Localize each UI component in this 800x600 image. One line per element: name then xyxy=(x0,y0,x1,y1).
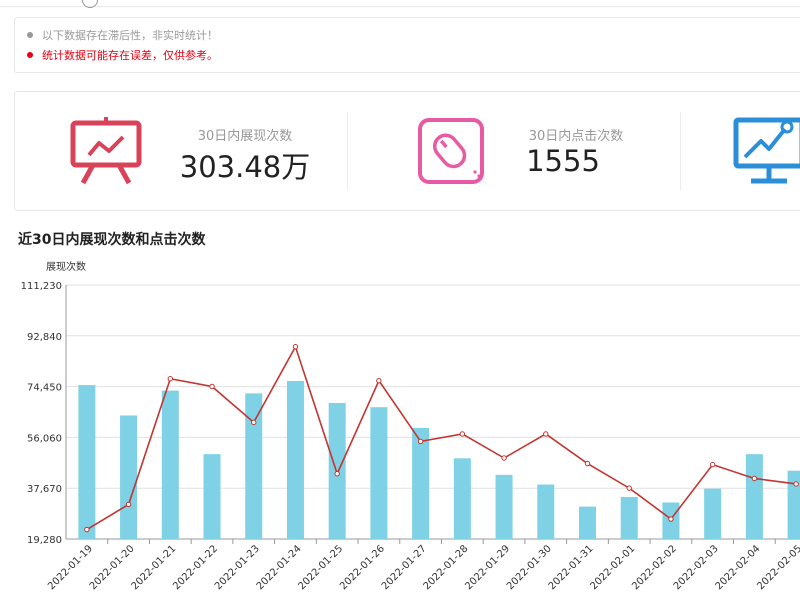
bullet-icon xyxy=(27,52,33,58)
bar xyxy=(453,458,471,539)
stat-value-clicks: 1555 xyxy=(526,144,600,178)
y-tick-label: 19,280 xyxy=(27,535,62,546)
line-series xyxy=(86,344,797,531)
bar xyxy=(161,390,179,539)
bar xyxy=(245,393,263,539)
line-point xyxy=(84,526,90,533)
bar xyxy=(787,470,800,539)
monitor-chart-icon xyxy=(733,117,800,189)
line-point xyxy=(793,481,799,487)
line-point xyxy=(543,431,549,437)
bar xyxy=(120,415,138,539)
line-point xyxy=(584,460,591,467)
stats-panel: 30日内展现次数 303.48万 30日内点击次数 1555 xyxy=(14,91,800,211)
line-point xyxy=(125,501,132,508)
chart-title: 近30日内展现次数和点击次数 xyxy=(18,232,206,248)
presentation-chart-icon xyxy=(69,117,143,189)
y-tick-label: 56,060 xyxy=(27,433,62,444)
y-tick-label: 92,840 xyxy=(27,332,62,343)
stat-value-impressions: 303.48万 xyxy=(179,150,311,184)
top-edge xyxy=(0,0,800,8)
line-point xyxy=(376,377,382,384)
notice-item: 以下数据存在滞后性，非实时统计！ xyxy=(27,29,218,43)
line-point xyxy=(668,516,674,522)
y-tick-label: 111,230 xyxy=(21,281,62,292)
y-tick-label: 74,450 xyxy=(27,383,62,394)
divider xyxy=(680,112,681,190)
y-axis-label: 展现次数 xyxy=(46,260,86,273)
line-point xyxy=(334,471,340,477)
line-point xyxy=(292,343,299,350)
bar xyxy=(537,484,555,539)
line-point xyxy=(167,376,174,382)
partial-icon xyxy=(82,0,98,8)
line-point xyxy=(709,461,716,468)
bar xyxy=(745,454,763,539)
mouse-icon xyxy=(417,117,487,189)
bar xyxy=(704,488,722,539)
y-tick-label: 37,670 xyxy=(27,484,62,495)
line-point xyxy=(459,431,466,437)
bullet-icon xyxy=(27,32,33,38)
notice-text: 统计数据可能存在误差，仅供参考。 xyxy=(42,49,218,62)
bar xyxy=(620,496,638,539)
bar xyxy=(370,407,388,539)
line-point xyxy=(209,383,215,390)
bar xyxy=(286,380,304,539)
bar xyxy=(412,427,430,539)
stat-label-clicks: 30日内点击次数 xyxy=(528,129,624,144)
bar xyxy=(203,454,221,539)
line-point xyxy=(751,475,758,482)
notice-box: 以下数据存在滞后性，非实时统计！ 统计数据可能存在误差，仅供参考。 xyxy=(14,17,800,73)
line-point xyxy=(626,485,632,491)
line-point xyxy=(501,455,507,461)
bar xyxy=(78,385,96,539)
bar xyxy=(495,474,513,539)
stat-label-impressions: 30日内展现次数 xyxy=(197,129,293,144)
bar xyxy=(328,403,346,539)
bar xyxy=(579,506,596,539)
line-point xyxy=(417,438,424,445)
chart: 展现次数 19,280 37,670 56,060 74,450 92,840 111,23… xyxy=(21,260,800,592)
divider xyxy=(347,112,348,190)
line-point xyxy=(251,419,257,426)
notice-text: 以下数据存在滞后性，非实时统计！ xyxy=(42,29,218,42)
notice-item-warning: 统计数据可能存在误差，仅供参考。 xyxy=(27,49,218,63)
